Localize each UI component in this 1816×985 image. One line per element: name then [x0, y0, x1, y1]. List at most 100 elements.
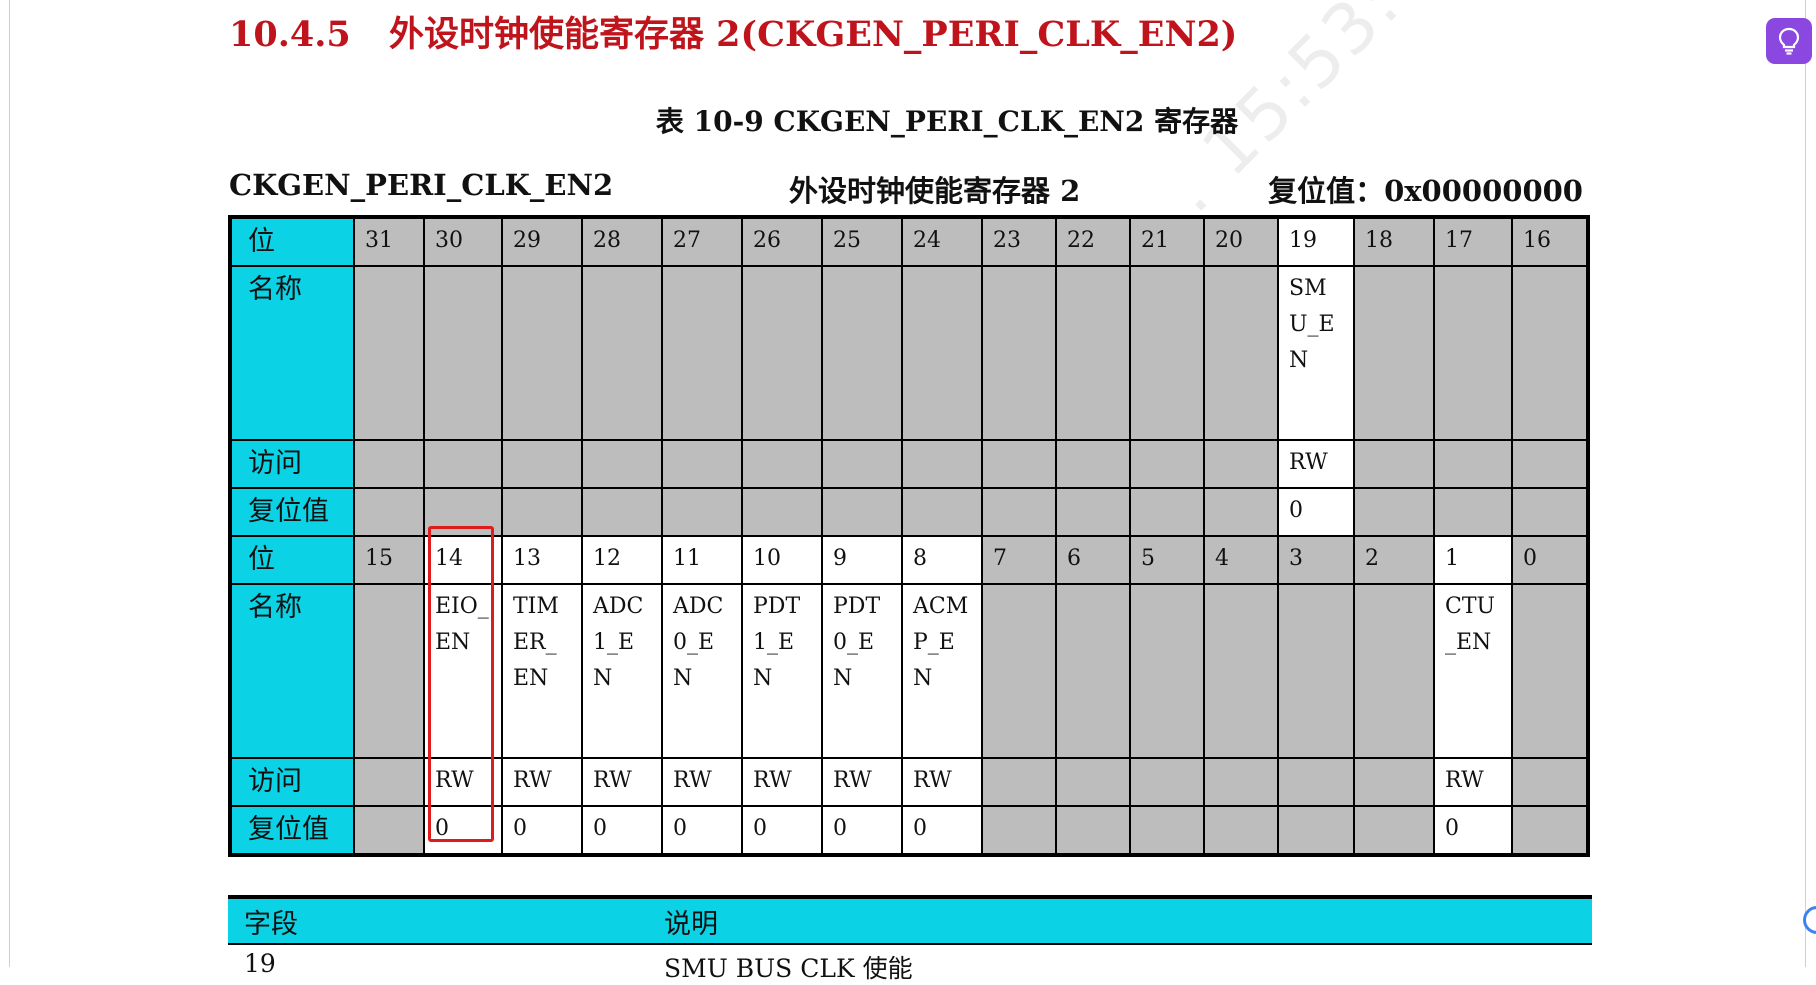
- reset-value-cell: [741, 487, 823, 537]
- table-row: 19 SMU BUS CLK 使能: [228, 945, 1592, 985]
- access-cell: [1511, 757, 1589, 807]
- access-cell: [501, 439, 583, 489]
- field-name-cell: PDT0_EN: [821, 583, 903, 759]
- field-description-table: 字段 说明 19 SMU BUS CLK 使能: [228, 895, 1592, 985]
- field-name-cell: [1511, 583, 1589, 759]
- reset-value-cell: 0: [501, 805, 583, 856]
- field-name-cell: [1353, 583, 1435, 759]
- row-label: 复位值: [229, 487, 355, 537]
- reset-value-cell: [1511, 805, 1589, 856]
- row-label: 位: [229, 216, 355, 267]
- field-name-cell: [821, 265, 903, 441]
- access-cell: [1203, 439, 1279, 489]
- bit-number-cell: 3: [1277, 535, 1355, 585]
- access-cell: [353, 757, 425, 807]
- field-name-cell: CTU_EN: [1433, 583, 1513, 759]
- bit-number-cell: 22: [1055, 216, 1131, 267]
- bit-number-cell: 5: [1129, 535, 1205, 585]
- field-name-cell: [1203, 265, 1279, 441]
- field-name-cell: [981, 265, 1057, 441]
- access-cell: RW: [741, 757, 823, 807]
- field-name-cell: [423, 265, 503, 441]
- register-row: 访问 RW: [229, 439, 1589, 489]
- reset-value-cell: [1129, 805, 1205, 856]
- access-cell: [1129, 757, 1205, 807]
- reset-value-cell: [353, 487, 425, 537]
- register-bit-table: 位 31 30 29 28 27 26 25 24 23 22 21 20 19 18 17 16 名称 SMU_E…: [228, 215, 1590, 857]
- reset-value-cell: [1353, 805, 1435, 856]
- reset-value-cell: 0: [581, 805, 663, 856]
- bit-number-cell: 7: [981, 535, 1057, 585]
- bit-number-cell: 10: [741, 535, 823, 585]
- bit-number-cell: 18: [1353, 216, 1435, 267]
- register-header: CKGEN_PERI_CLK_EN2 外设时钟使能寄存器 2 复位值：0x000…: [229, 168, 1583, 208]
- field-column-header: 字段: [244, 909, 298, 940]
- reset-value-cell: 0: [423, 805, 503, 856]
- field-name-cell: [501, 265, 583, 441]
- register-row: 复位值 0 0 0 0 0 0 0 0: [229, 805, 1589, 856]
- bit-number-cell: 13: [501, 535, 583, 585]
- reset-value-cell: 0: [1433, 805, 1513, 856]
- register-name: CKGEN_PERI_CLK_EN2: [229, 168, 614, 202]
- reset-value-cell: [821, 487, 903, 537]
- field-name-cell: [353, 265, 425, 441]
- access-cell: RW: [821, 757, 903, 807]
- access-cell: [1277, 757, 1355, 807]
- lightbulb-button[interactable]: [1766, 18, 1812, 64]
- access-cell: [423, 439, 503, 489]
- reset-value-cell: [501, 487, 583, 537]
- bit-number-cell: 15: [353, 535, 425, 585]
- access-cell: RW: [581, 757, 663, 807]
- bit-number-cell: 2: [1353, 535, 1435, 585]
- access-cell: RW: [501, 757, 583, 807]
- reset-value-cell: [1433, 487, 1513, 537]
- reset-value-cell: 0: [1277, 487, 1355, 537]
- reset-value-cell: [423, 487, 503, 537]
- access-cell: [1353, 439, 1435, 489]
- reset-value-cell: [1055, 487, 1131, 537]
- field-name-cell: ADC0_EN: [661, 583, 743, 759]
- section-heading: 10.4.5 外设时钟使能寄存器 2(CKGEN_PERI_CLK_EN2): [229, 6, 1237, 57]
- field-name-cell: [741, 265, 823, 441]
- bit-number-cell: 30: [423, 216, 503, 267]
- bit-number-cell: 6: [1055, 535, 1131, 585]
- bit-number-cell: 14: [423, 535, 503, 585]
- bit-number-cell: 20: [1203, 216, 1279, 267]
- field-name-cell: ADC1_EN: [581, 583, 663, 759]
- register-row: 复位值 0: [229, 487, 1589, 537]
- reset-value-cell: [1129, 487, 1205, 537]
- access-cell: [901, 439, 983, 489]
- register-row: 位 31 30 29 28 27 26 25 24 23 22 21 20 19 18 17 16: [229, 216, 1589, 267]
- bit-number-cell: 16: [1511, 216, 1589, 267]
- bit-number-cell: 0: [1511, 535, 1589, 585]
- access-cell: [1129, 439, 1205, 489]
- access-cell: [581, 439, 663, 489]
- field-name-cell: [1055, 265, 1131, 441]
- field-name-cell: [353, 583, 425, 759]
- field-name-cell: [1129, 265, 1205, 441]
- access-cell: RW: [1433, 757, 1513, 807]
- field-name-cell: TIMER_EN: [501, 583, 583, 759]
- description-cell: SMU BUS CLK 使能: [664, 954, 913, 983]
- access-cell: [1433, 439, 1513, 489]
- field-name-cell: [1129, 583, 1205, 759]
- reset-value-cell: [1511, 487, 1589, 537]
- field-name-cell: [981, 583, 1057, 759]
- reset-value-cell: [1353, 487, 1435, 537]
- register-row: 名称 SMU_EN: [229, 265, 1589, 441]
- reset-value-cell: [1055, 805, 1131, 856]
- row-label: 名称: [229, 265, 355, 441]
- reset-value-cell: [1203, 805, 1279, 856]
- reset-value-cell: 0: [741, 805, 823, 856]
- register-reset-value: 复位值：0x00000000: [1268, 174, 1583, 208]
- field-name-cell: EIO_EN: [423, 583, 503, 759]
- field-name-cell: [901, 265, 983, 441]
- bit-number-cell: 26: [741, 216, 823, 267]
- bit-number-cell: 23: [981, 216, 1057, 267]
- row-label: 复位值: [229, 805, 355, 856]
- access-cell: [821, 439, 903, 489]
- bit-number-cell: 19: [1277, 216, 1355, 267]
- reset-value-cell: 0: [901, 805, 983, 856]
- reset-value-cell: [353, 805, 425, 856]
- reset-value-cell: [1203, 487, 1279, 537]
